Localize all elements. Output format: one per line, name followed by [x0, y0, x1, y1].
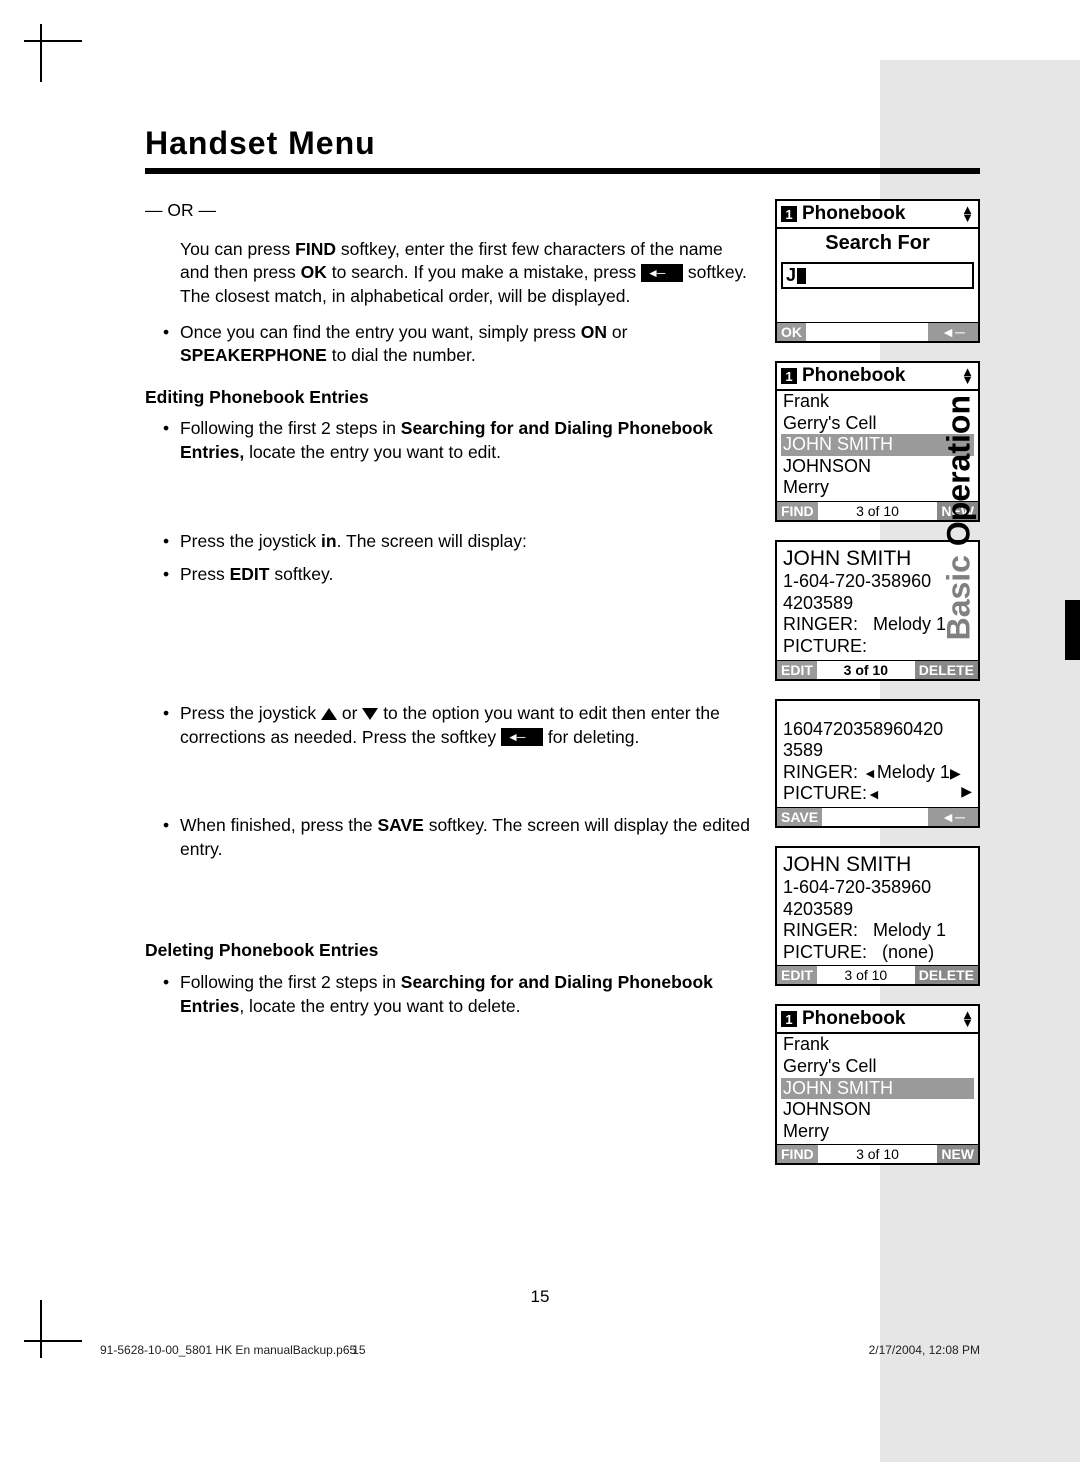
list-item[interactable]: JOHNSON: [781, 1099, 974, 1121]
section-side-label: Basic Operation: [940, 395, 977, 640]
or-divider: — OR —: [145, 199, 750, 223]
edit-name-field[interactable]: JOHN SMITH: [777, 701, 978, 719]
bullet-joystick-updown: • Press the joystick or to the option yo…: [145, 702, 750, 749]
lcd-search: 1 Phonebook ▲▼ Search For J OK ◄─: [775, 199, 980, 343]
softkey-ok[interactable]: OK: [777, 323, 806, 341]
bullet-locate-delete: • Following the first 2 steps in Searchi…: [145, 971, 750, 1018]
softkey-edit[interactable]: EDIT: [777, 966, 817, 984]
entry-number: 4203589: [781, 899, 974, 921]
bullet-press-edit: • Press EDIT softkey.: [145, 563, 750, 587]
edit-number[interactable]: 3589: [781, 740, 974, 762]
softkey-find[interactable]: FIND: [777, 502, 818, 520]
scroll-icon: ▲▼: [961, 206, 974, 222]
softkey-edit[interactable]: EDIT: [777, 661, 817, 679]
list-item[interactable]: Frank: [781, 1034, 974, 1056]
back-key-icon: [501, 728, 543, 746]
bullet-joystick-in: • Press the joystick in. The screen will…: [145, 530, 750, 554]
scroll-icon: ▲▼: [961, 368, 974, 384]
text-column: — OR — You can press FIND softkey, enter…: [145, 199, 750, 1183]
search-for-label: Search For: [781, 229, 974, 257]
back-key-icon: [641, 264, 683, 282]
bullet-dial: • Once you can find the entry you want, …: [145, 321, 750, 368]
softkey-find[interactable]: FIND: [777, 1145, 818, 1163]
softkey-back[interactable]: ◄─: [928, 808, 978, 826]
joystick-up-icon: [321, 708, 337, 720]
joystick-down-icon: [362, 708, 378, 720]
lcd-list-2: 1 Phonebook ▲▼ Frank Gerry's Cell JOHN S…: [775, 1004, 980, 1165]
page-number: 15: [0, 1287, 1080, 1307]
lcd-detail-saved: JOHN SMITH 1-604-720-358960 4203589 RING…: [775, 846, 980, 987]
page-title: Handset Menu: [145, 125, 980, 162]
list-position: 3 of 10: [817, 966, 915, 984]
text-cursor: [797, 268, 806, 284]
entry-number: 1-604-720-358960: [781, 877, 974, 899]
list-item-selected[interactable]: JOHN SMITH: [781, 1078, 974, 1100]
scroll-icon: ▲▼: [961, 1011, 974, 1027]
list-item[interactable]: Gerry's Cell: [781, 1056, 974, 1078]
list-position: 3 of 10: [818, 1145, 938, 1163]
list-position: 3 of 10: [817, 661, 915, 679]
phonebook-icon: 1: [781, 206, 797, 222]
side-tab-mark: [1065, 600, 1080, 660]
softkey-save[interactable]: SAVE: [777, 808, 822, 826]
title-rule: [145, 168, 980, 174]
search-input[interactable]: J: [781, 262, 974, 289]
para-find: You can press FIND softkey, enter the fi…: [145, 238, 750, 309]
edit-number[interactable]: 1604720358960420: [781, 719, 974, 741]
list-item[interactable]: Merry: [781, 1121, 974, 1143]
phonebook-icon: 1: [781, 1011, 797, 1027]
side-label-gray: Basic: [940, 555, 976, 640]
bullet-locate-edit: • Following the first 2 steps in Searchi…: [145, 417, 750, 464]
side-label-black: Operation: [940, 395, 976, 555]
softkey-delete[interactable]: DELETE: [915, 966, 978, 984]
softkey-new[interactable]: NEW: [937, 1145, 978, 1163]
subhead-editing: Editing Phonebook Entries: [145, 386, 750, 410]
entry-name: JOHN SMITH: [781, 852, 974, 877]
screens-column: 1 Phonebook ▲▼ Search For J OK ◄─: [775, 199, 980, 1183]
footer: 91-5628-10-00_5801 HK En manualBackup.p6…: [100, 1343, 980, 1357]
lcd-edit: JOHN SMITH 1604720358960420 3589 RINGER:…: [775, 699, 980, 828]
subhead-deleting: Deleting Phonebook Entries: [145, 939, 750, 963]
bullet-save: • When finished, press the SAVE softkey.…: [145, 814, 750, 861]
list-position: 3 of 10: [818, 502, 938, 520]
softkey-back[interactable]: ◄─: [928, 323, 978, 341]
softkey-delete[interactable]: DELETE: [915, 661, 978, 679]
phonebook-icon: 1: [781, 368, 797, 384]
